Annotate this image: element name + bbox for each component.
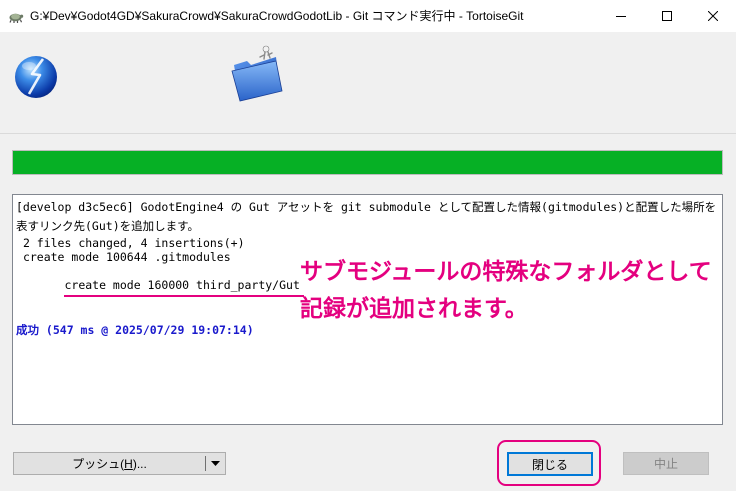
tortoisegit-icon [9, 13, 24, 23]
push-label-suffix: )... [132, 456, 147, 471]
abort-button[interactable]: 中止 [623, 452, 709, 475]
progress-bar [12, 150, 723, 175]
globe-icon [15, 56, 57, 98]
close-button[interactable]: 閉じる [507, 452, 593, 476]
annotation-underline [64, 295, 304, 297]
maximize-icon [662, 11, 672, 21]
minimize-icon [616, 16, 626, 17]
push-dropdown-button[interactable] [205, 456, 225, 471]
dropdown-arrow-icon [211, 461, 220, 466]
annotation-line: サブモジュールの特殊なフォルダとして [300, 259, 712, 285]
push-label-accelerator: H [124, 456, 133, 471]
progress-fill [13, 151, 722, 174]
close-icon [708, 11, 718, 21]
title-bar[interactable]: G:¥Dev¥Godot4GD¥SakuraCrowd¥SakuraCrowdG… [0, 0, 736, 32]
annotation-callout: サブモジュールの特殊なフォルダとして 記録が追加されます。 [300, 254, 730, 328]
push-button[interactable]: プッシュ(H)... [14, 453, 205, 474]
header-divider [0, 133, 736, 134]
progress-dialog: G:¥Dev¥Godot4GD¥SakuraCrowd¥SakuraCrowdG… [0, 0, 736, 491]
annotation-line: 記録が追加されます。 [300, 296, 528, 322]
close-window-button[interactable] [690, 0, 736, 32]
push-split-button[interactable]: プッシュ(H)... [13, 452, 226, 475]
log-line: 2 files changed, 4 insertions(+) [16, 236, 245, 250]
push-label-prefix: プッシュ( [72, 457, 125, 471]
log-line-text: create mode 160000 third_party/Gut [57, 278, 300, 292]
log-line: [develop d3c5ec6] GodotEngine4 の Gut アセッ… [16, 200, 717, 233]
window-title: G:¥Dev¥Godot4GD¥SakuraCrowd¥SakuraCrowdG… [30, 9, 524, 23]
maximize-button[interactable] [644, 0, 690, 32]
folder-icon [231, 45, 283, 102]
annotated-log-text: create mode 160000 third_party/Gut [57, 278, 304, 297]
minimize-button[interactable] [598, 0, 644, 32]
